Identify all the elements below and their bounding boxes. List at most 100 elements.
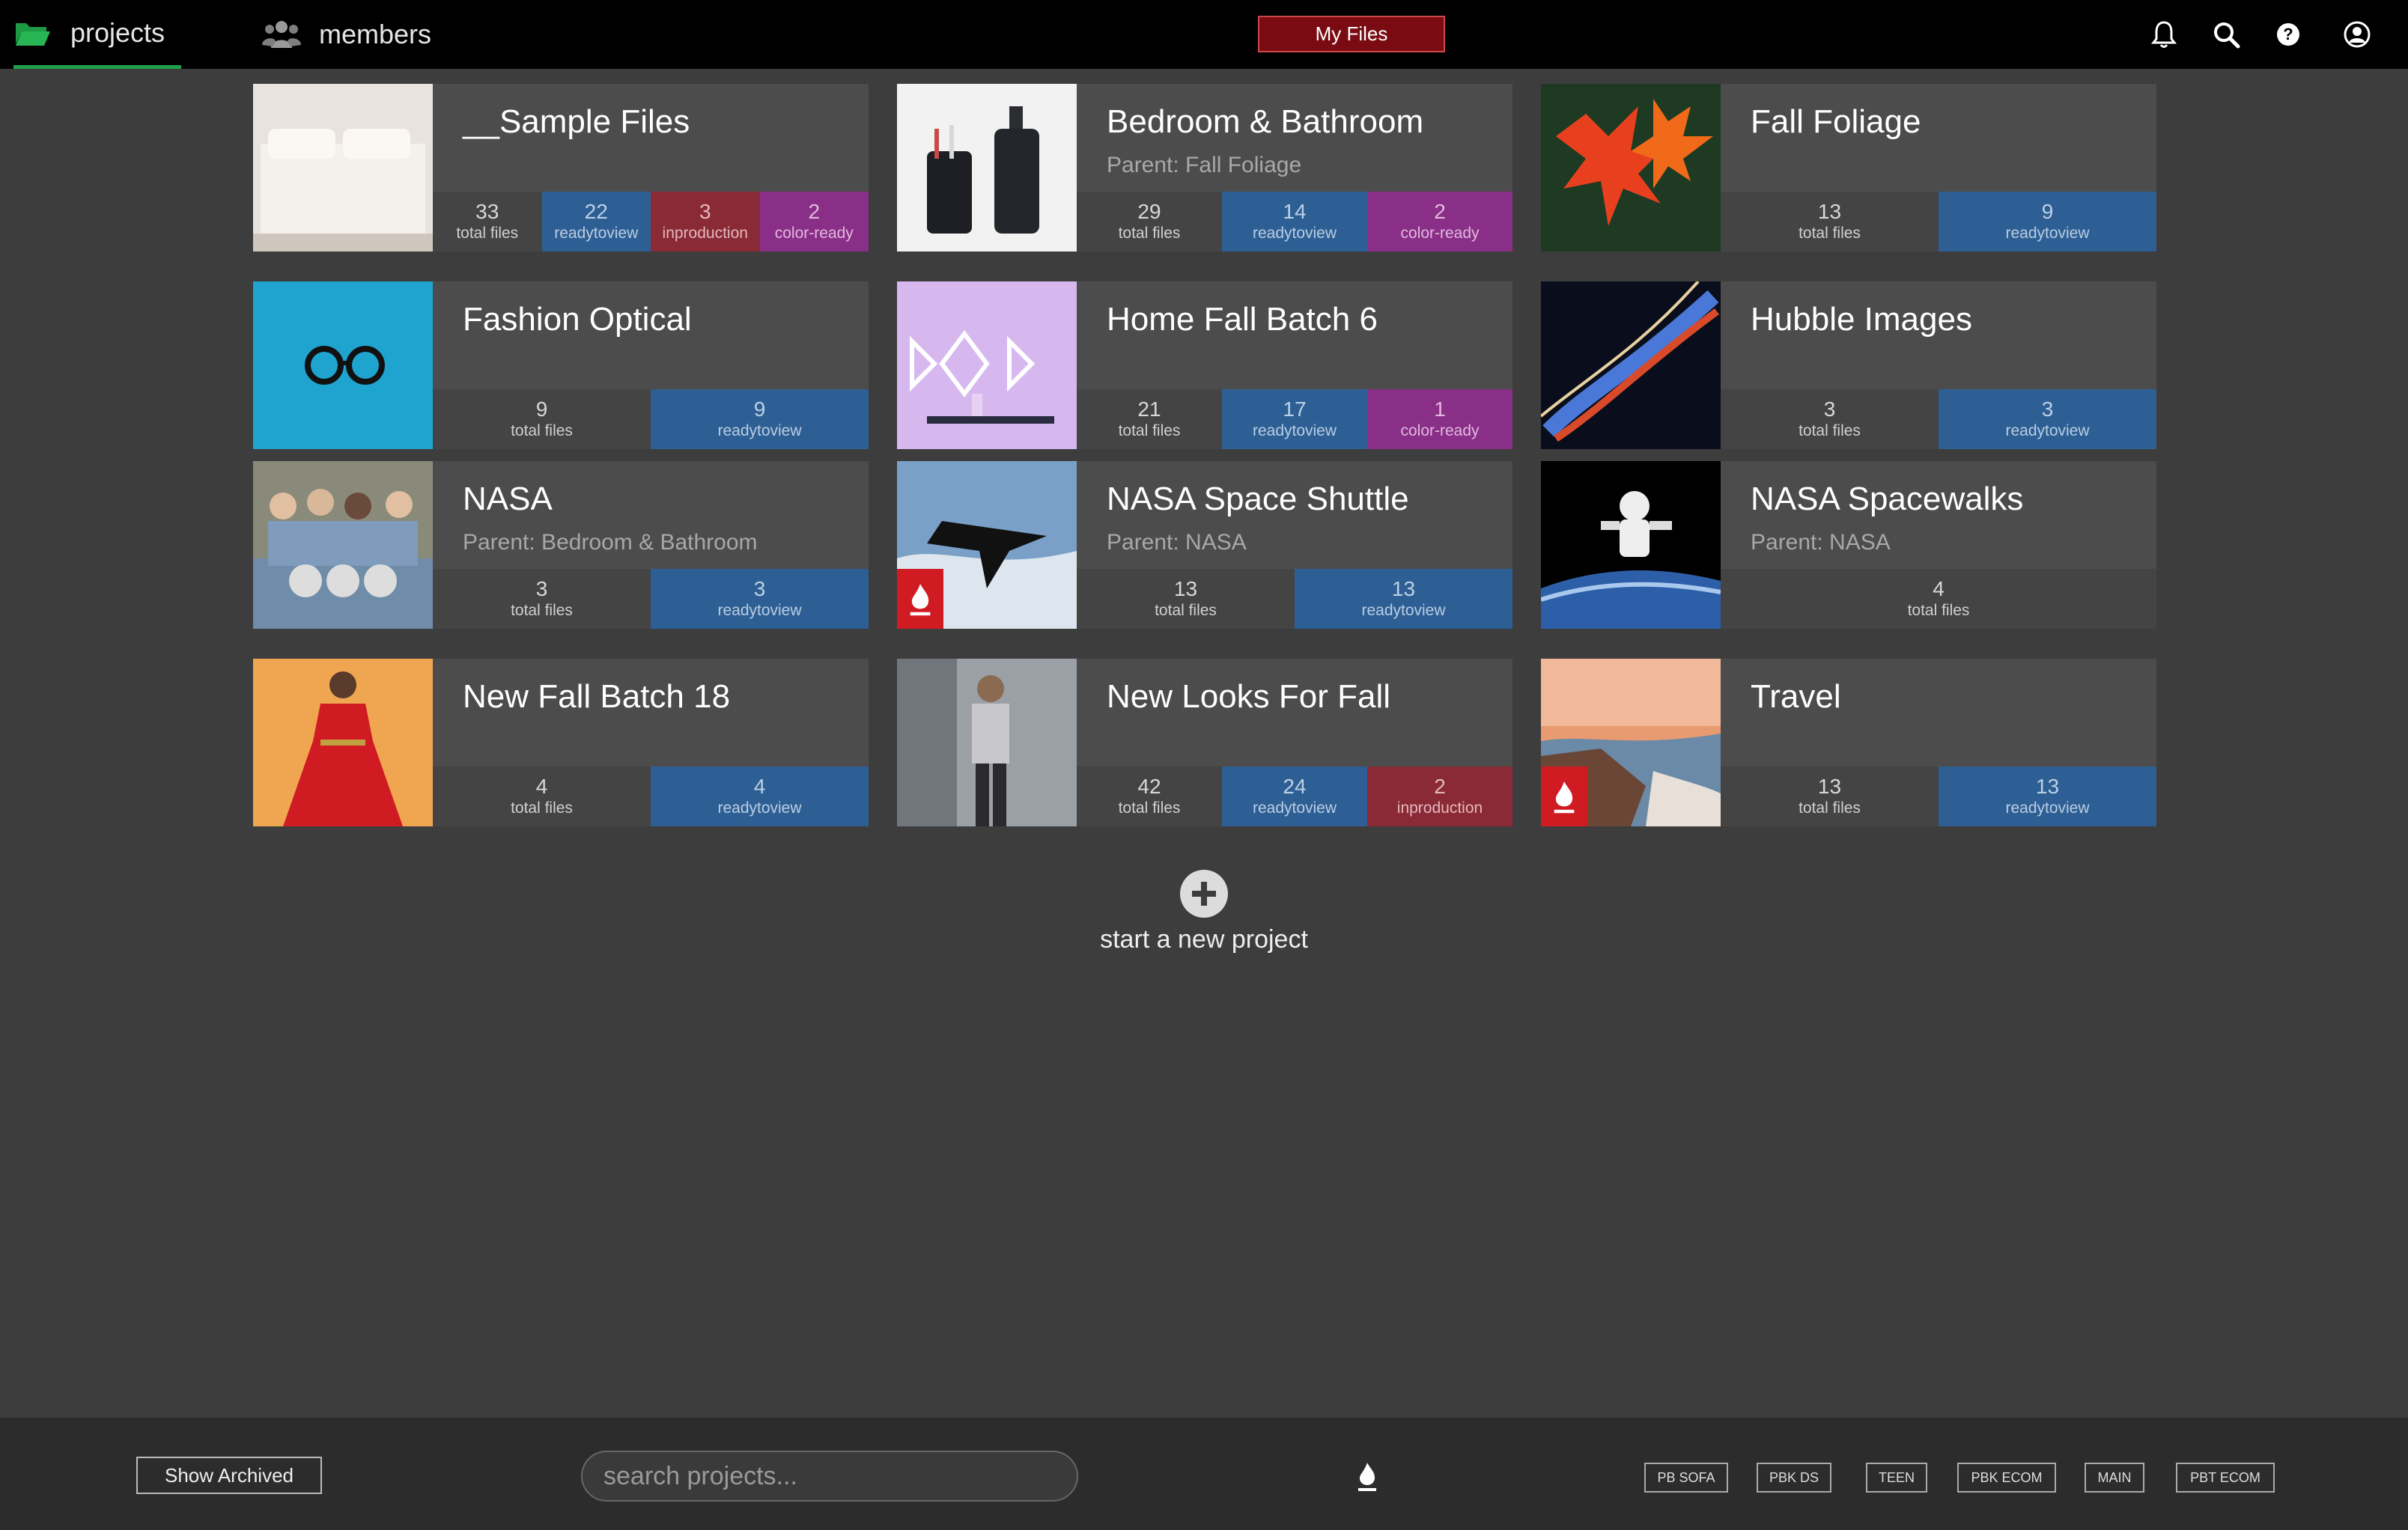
- project-thumbnail: [253, 281, 433, 449]
- stat-readytoview[interactable]: 3 readytoview: [651, 569, 869, 629]
- stat-count: 3: [535, 577, 548, 600]
- folder-open-icon: [13, 18, 52, 48]
- stat-total-files[interactable]: 3 total files: [1721, 389, 1939, 449]
- stat-count: 21: [1137, 397, 1161, 421]
- stat-total-files[interactable]: 13 total files: [1077, 569, 1295, 629]
- stat-readytoview[interactable]: 17 readytoview: [1222, 389, 1367, 449]
- project-thumbnail: [1541, 84, 1721, 252]
- filter-tag[interactable]: TEEN: [1866, 1463, 1927, 1493]
- stat-readytoview[interactable]: 3 readytoview: [1939, 389, 2156, 449]
- user-icon[interactable]: [2342, 19, 2372, 49]
- stat-total-files[interactable]: 33 total files: [433, 192, 542, 252]
- stat-color-ready[interactable]: 2 color-ready: [1367, 192, 1512, 252]
- stat-label: readytoview: [717, 602, 802, 619]
- stat-total-files[interactable]: 29 total files: [1077, 192, 1222, 252]
- stat-total-files[interactable]: 4 total files: [1721, 569, 2156, 629]
- stat-inproduction[interactable]: 3 inproduction: [651, 192, 760, 252]
- filter-tag[interactable]: PB SOFA: [1644, 1463, 1728, 1493]
- stat-total-files[interactable]: 42 total files: [1077, 766, 1222, 826]
- project-parent: Parent: NASA: [1107, 530, 1247, 555]
- show-archived-button[interactable]: Show Archived: [136, 1457, 322, 1494]
- stat-total-files[interactable]: 4 total files: [433, 766, 651, 826]
- tab-members[interactable]: members: [262, 0, 431, 69]
- project-card[interactable]: Fashion Optical 9 total files 9 readytoview: [253, 281, 869, 449]
- stat-total-files[interactable]: 13 total files: [1721, 766, 1939, 826]
- stat-total-files[interactable]: 21 total files: [1077, 389, 1222, 449]
- search-projects-input[interactable]: [581, 1451, 1078, 1502]
- stat-readytoview[interactable]: 13 readytoview: [1295, 569, 1512, 629]
- stat-readytoview[interactable]: 9 readytoview: [651, 389, 869, 449]
- project-card[interactable]: New Fall Batch 18 4 total files 4 readytovie…: [253, 659, 869, 826]
- tab-projects[interactable]: projects: [13, 0, 181, 69]
- stat-label: readytoview: [1252, 422, 1337, 439]
- stat-count: 13: [1173, 577, 1198, 600]
- stat-readytoview[interactable]: 14 readytoview: [1222, 192, 1367, 252]
- stat-total-files[interactable]: 13 total files: [1721, 192, 1939, 252]
- stat-label: readytoview: [717, 799, 802, 817]
- project-parent: Parent: NASA: [1751, 530, 1891, 555]
- project-card[interactable]: NASA Parent: Bedroom & Bathroom 3 total fil…: [253, 461, 869, 629]
- filter-tag[interactable]: PBT ECOM: [2176, 1463, 2275, 1493]
- project-thumbnail: [1541, 461, 1721, 629]
- stat-inproduction[interactable]: 2 inproduction: [1367, 766, 1512, 826]
- stat-label: total files: [1907, 602, 1970, 619]
- my-files-button[interactable]: My Files: [1258, 16, 1445, 52]
- help-icon[interactable]: ?: [2273, 19, 2303, 49]
- stat-label: readytoview: [1252, 225, 1337, 242]
- stat-label: total files: [1118, 799, 1181, 817]
- flame-icon[interactable]: [1354, 1460, 1381, 1493]
- stat-label: total files: [1799, 225, 1861, 242]
- svg-text:?: ?: [2283, 25, 2293, 43]
- stat-color-ready[interactable]: 1 color-ready: [1367, 389, 1512, 449]
- stat-count: 22: [584, 200, 608, 223]
- new-project-button[interactable]: start a new project: [1054, 870, 1354, 954]
- stat-label: color-ready: [1400, 422, 1480, 439]
- project-card[interactable]: Fall Foliage 13 total files 9 readytoview: [1541, 84, 2156, 252]
- project-title: New Looks For Fall: [1107, 678, 1391, 715]
- filter-tag[interactable]: MAIN: [2085, 1463, 2144, 1493]
- stat-readytoview[interactable]: 22 readytoview: [541, 192, 651, 252]
- project-stats: 42 total files 24 readytoview 2 inproduction: [1077, 766, 1512, 826]
- project-card[interactable]: Bedroom & Bathroom Parent: Fall Foliage 29…: [897, 84, 1512, 252]
- project-title: Fashion Optical: [463, 301, 692, 338]
- bell-icon[interactable]: [2149, 19, 2179, 49]
- stat-label: color-ready: [774, 225, 854, 242]
- stat-readytoview[interactable]: 13 readytoview: [1939, 766, 2156, 826]
- project-title: Hubble Images: [1751, 301, 1972, 338]
- stat-count: 4: [1933, 577, 1945, 600]
- stat-color-ready[interactable]: 2 color-ready: [759, 192, 869, 252]
- stat-label: readytoview: [2005, 799, 2090, 817]
- stat-readytoview[interactable]: 24 readytoview: [1222, 766, 1367, 826]
- project-stats: 4 total files: [1721, 569, 2156, 629]
- project-card[interactable]: NASA Spacewalks Parent: NASA 4 total files: [1541, 461, 2156, 629]
- stat-label: readytoview: [717, 422, 802, 439]
- project-thumbnail: [253, 461, 433, 629]
- project-stats: 33 total files 22 readytoview 3 inproduction 2…: [433, 192, 869, 252]
- project-card[interactable]: __Sample Files 33 total files 22 readytoview…: [253, 84, 869, 252]
- project-card[interactable]: Hubble Images 3 total files 3 readytoview: [1541, 281, 2156, 449]
- stat-total-files[interactable]: 9 total files: [433, 389, 651, 449]
- stat-readytoview[interactable]: 9 readytoview: [1939, 192, 2156, 252]
- stat-count: 4: [535, 775, 548, 798]
- filter-tag[interactable]: PBK ECOM: [1957, 1463, 2056, 1493]
- project-title: __Sample Files: [463, 103, 690, 140]
- project-thumbnail: [253, 84, 433, 252]
- stat-label: total files: [1118, 422, 1181, 439]
- project-parent: Parent: Fall Foliage: [1107, 153, 1302, 177]
- stat-count: 13: [1817, 200, 1842, 223]
- stat-readytoview[interactable]: 4 readytoview: [651, 766, 869, 826]
- search-icon[interactable]: [2211, 19, 2241, 49]
- project-title: New Fall Batch 18: [463, 678, 731, 715]
- stat-total-files[interactable]: 3 total files: [433, 569, 651, 629]
- project-card[interactable]: Home Fall Batch 6 21 total files 17 readytov…: [897, 281, 1512, 449]
- top-bar: projects members My Files ?: [0, 0, 2408, 69]
- project-card[interactable]: NASA Space Shuttle Parent: NASA 13 total fi…: [897, 461, 1512, 629]
- stat-label: inproduction: [1396, 799, 1483, 817]
- stat-label: inproduction: [662, 225, 748, 242]
- filter-tag[interactable]: PBK DS: [1757, 1463, 1831, 1493]
- stat-count: 9: [535, 397, 548, 421]
- project-card[interactable]: Travel 13 total files 13 readytoview: [1541, 659, 2156, 826]
- stat-count: 3: [2041, 397, 2054, 421]
- project-card[interactable]: New Looks For Fall 42 total files 24 readyto…: [897, 659, 1512, 826]
- stat-label: readytoview: [1252, 799, 1337, 817]
